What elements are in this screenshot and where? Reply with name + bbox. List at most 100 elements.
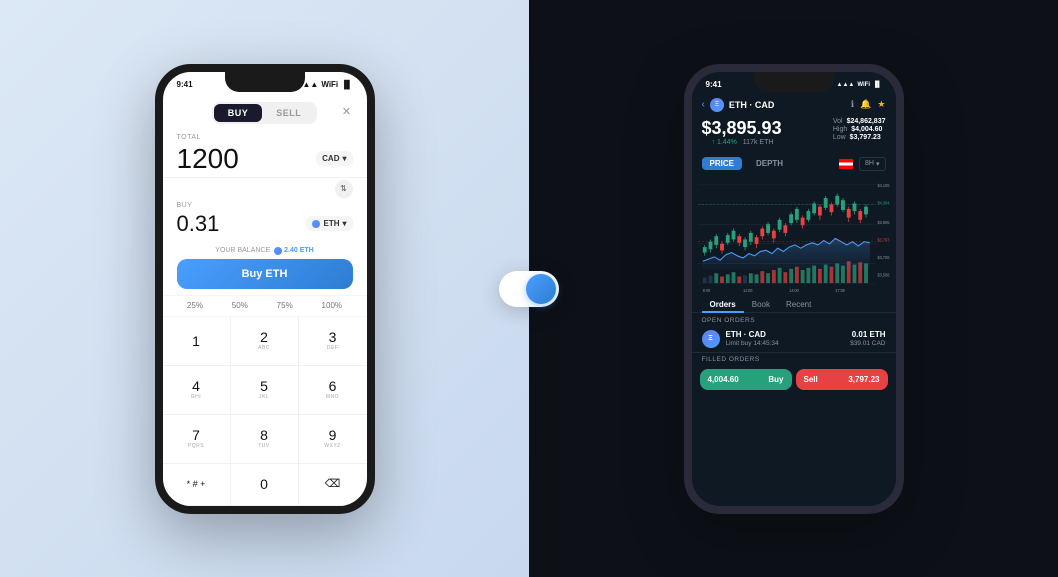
key-8[interactable]: 8TUV	[231, 415, 299, 464]
bell-icon[interactable]: 🔔	[860, 99, 871, 110]
buy-trade-button[interactable]: 4,004.60 Buy	[700, 369, 792, 390]
svg-text:14:00: 14:00	[789, 287, 799, 292]
svg-text:$3,900.0: $3,900.0	[877, 219, 889, 224]
star-icon[interactable]: ★	[877, 99, 885, 110]
key-backspace[interactable]: ⌫	[299, 464, 367, 506]
info-icon[interactable]: ℹ	[851, 99, 854, 110]
back-arrow-icon[interactable]: ‹	[702, 99, 705, 110]
order-coin-icon: Ξ	[702, 330, 720, 348]
balance-label: YOUR BALANCE	[215, 247, 270, 254]
key-0[interactable]: 0	[231, 464, 299, 506]
key-special[interactable]: * # +	[163, 464, 231, 506]
buy-amount-row: 0.31 ETH ▾	[177, 211, 353, 237]
tab-group: BUY SELL	[212, 102, 318, 124]
pct-75-button[interactable]: 75%	[273, 299, 297, 312]
eth-icon	[274, 247, 282, 255]
price-row: $3,895.93 ↑ 1.44% 117k ETH Vol $24,862,8…	[692, 116, 896, 154]
currency-selector[interactable]: CAD ▾	[316, 151, 352, 166]
bottom-trade-bar: 4,004.60 Buy Sell 3,797.23	[692, 365, 896, 396]
svg-text:$3,700.0: $3,700.0	[877, 254, 889, 259]
buy-label: BUY	[177, 202, 353, 209]
buy-eth-button[interactable]: Buy ETH	[177, 259, 353, 289]
eth-dot-icon	[312, 220, 320, 228]
buy-price: 4,004.60	[708, 375, 739, 384]
book-tab[interactable]: Book	[744, 296, 778, 312]
phone-content-left: BUY SELL ✕ TOTAL 1200 CAD ▾ ⇅	[163, 94, 367, 506]
pct-50-button[interactable]: 50%	[228, 299, 252, 312]
high-value: $4,004.60	[851, 126, 882, 133]
sell-btn-label: Sell	[804, 375, 818, 384]
toggle-knob	[526, 274, 556, 304]
keypad: 1 2ABC 3DEF 4GHI 5JKL 6MNO 7PQRS 8TUV 9W…	[163, 317, 367, 506]
left-section: 9:41 ▲▲▲ WiFi ▐▌ BUY SELL ✕ TOTAL 1200	[0, 0, 529, 577]
svg-text:11:00: 11:00	[743, 287, 753, 292]
chart-tabs: PRICE DEPTH 8H ▾	[692, 154, 896, 174]
total-amount[interactable]: 1200	[177, 143, 239, 175]
status-icons-right: ▲▲▲ WiFi ▐▌	[837, 82, 882, 88]
buy-currency-selector[interactable]: ETH ▾	[306, 216, 352, 231]
time-right: 9:41	[706, 80, 722, 89]
recent-tab[interactable]: Recent	[778, 296, 819, 312]
key-7[interactable]: 7PQRS	[163, 415, 231, 464]
depth-tab[interactable]: DEPTH	[748, 157, 791, 170]
order-tabs: Orders Book Recent	[692, 296, 896, 313]
left-phone: 9:41 ▲▲▲ WiFi ▐▌ BUY SELL ✕ TOTAL 1200	[155, 64, 375, 514]
candlestick-chart: $4,100.0 $4,004.6 $3,900.0 $3,797.2 $3,7…	[698, 174, 890, 294]
pct-25-button[interactable]: 25%	[183, 299, 207, 312]
buy-section: BUY 0.31 ETH ▾	[163, 200, 367, 243]
chevron-down-icon-eth: ▾	[342, 219, 346, 228]
key-6[interactable]: 6MNO	[299, 366, 367, 415]
right-phone: 9:41 ▲▲▲ WiFi ▐▌ ‹ Ξ ETH · CAD ℹ 🔔 ★	[684, 64, 904, 514]
total-label: TOTAL	[177, 134, 353, 141]
low-label: Low	[833, 134, 846, 141]
pct-100-button[interactable]: 100%	[318, 299, 346, 312]
chevron-down-icon: ▾	[342, 154, 346, 163]
theme-toggle[interactable]	[499, 271, 559, 307]
eth-coin-icon: Ξ	[710, 98, 724, 112]
signal-icon-dark: ▲▲▲	[837, 82, 855, 88]
key-3[interactable]: 3DEF	[299, 317, 367, 366]
phone-content-right: ‹ Ξ ETH · CAD ℹ 🔔 ★ $3,895.93 ↑ 1.44% 11…	[692, 94, 896, 506]
order-pair: ETH · CAD	[726, 330, 845, 339]
buy-btn-label: Buy	[768, 375, 783, 384]
timeframe-selector[interactable]: 8H ▾	[859, 157, 885, 171]
price-tab[interactable]: PRICE	[702, 157, 742, 170]
swap-icon[interactable]: ⇅	[335, 180, 353, 198]
header-icons: ℹ 🔔 ★	[851, 99, 886, 110]
sell-tab[interactable]: SELL	[262, 104, 315, 122]
order-detail: Limit buy 14:45:34	[726, 340, 845, 347]
chevron-icon: ▾	[876, 160, 880, 168]
price-left: $3,895.93 ↑ 1.44% 117k ETH	[702, 118, 784, 150]
buy-amount[interactable]: 0.31	[177, 211, 220, 237]
price-stats: Vol $24,862,837 High $4,004.60 Low $3,79…	[833, 118, 886, 142]
percent-row: 25% 50% 75% 100%	[163, 295, 367, 317]
order-info: ETH · CAD Limit buy 14:45:34	[726, 330, 845, 347]
change-pct: ↑ 1.44%	[712, 139, 737, 146]
sell-trade-button[interactable]: Sell 3,797.23	[796, 369, 888, 390]
key-2[interactable]: 2ABC	[231, 317, 299, 366]
buy-tab[interactable]: BUY	[214, 104, 263, 122]
battery-icon: ▐▌	[341, 80, 352, 89]
key-4[interactable]: 4GHI	[163, 366, 231, 415]
svg-text:9:00: 9:00	[702, 287, 710, 292]
flag-icon	[839, 159, 853, 169]
key-9[interactable]: 9WXYZ	[299, 415, 367, 464]
key-1[interactable]: 1	[163, 317, 231, 366]
wifi-icon-dark: WiFi	[857, 82, 870, 88]
main-price: $3,895.93	[702, 118, 784, 139]
swap-row: ⇅	[163, 178, 367, 200]
time-left: 9:41	[177, 80, 193, 89]
key-5[interactable]: 5JKL	[231, 366, 299, 415]
svg-text:$3,797.2: $3,797.2	[877, 237, 889, 242]
right-section: 9:41 ▲▲▲ WiFi ▐▌ ‹ Ξ ETH · CAD ℹ 🔔 ★	[529, 0, 1058, 577]
open-orders-label: OPEN ORDERS	[692, 313, 896, 326]
balance-row: YOUR BALANCE 2.40 ETH	[163, 243, 367, 259]
close-button[interactable]: ✕	[339, 104, 355, 120]
change-vol: 117k ETH	[743, 139, 774, 146]
svg-text:$3,500.0: $3,500.0	[877, 272, 889, 277]
order-item: Ξ ETH · CAD Limit buy 14:45:34 0.01 ETH …	[692, 326, 896, 352]
amount-row: 1200 CAD ▾	[177, 143, 353, 175]
orders-tab[interactable]: Orders	[702, 296, 744, 312]
trade-header: ‹ Ξ ETH · CAD ℹ 🔔 ★	[692, 94, 896, 116]
total-section: TOTAL 1200 CAD ▾	[163, 130, 367, 178]
